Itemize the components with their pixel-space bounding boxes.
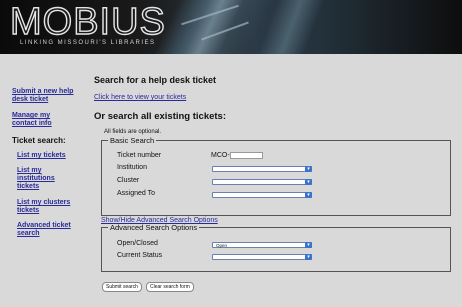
mobius-logo[interactable]: MOBIUS — [9, 1, 166, 42]
ticket-search-heading: Ticket search: — [12, 136, 66, 145]
view-tickets-link[interactable]: Click here to view your tickets — [94, 94, 186, 101]
open-closed-value: Open — [216, 243, 228, 248]
sidebar-item-list-my-tickets[interactable]: List my tickets — [17, 152, 77, 160]
open-closed-label: Open/Closed — [117, 240, 158, 247]
chevron-down-icon: ▾ — [305, 179, 312, 185]
assigned-to-label: Assigned To — [117, 190, 156, 197]
sidebar-item-list-institution-tickets[interactable]: List my institutions tickets — [17, 167, 61, 191]
open-closed-select[interactable]: Open ▾ — [212, 242, 312, 248]
clear-search-form-button[interactable]: Clear search form — [146, 282, 194, 292]
sidebar-item-advanced-search[interactable]: Advanced ticket search — [17, 222, 77, 238]
search-all-heading: Or search all existing tickets: — [94, 111, 227, 122]
logo-tagline: LINKING MISSOURI'S LIBRARIES — [20, 40, 156, 46]
basic-search-legend: Basic Search — [110, 136, 155, 145]
advanced-search-legend: Advanced Search Options — [110, 223, 198, 232]
chevron-down-icon: ▾ — [305, 242, 312, 248]
page-title: Search for a help desk ticket — [94, 75, 217, 85]
ticket-number-label: Ticket number — [117, 152, 162, 159]
banner-light-decoration — [253, 0, 327, 54]
cluster-label: Cluster — [117, 177, 140, 184]
chevron-down-icon: ▾ — [305, 192, 312, 198]
chevron-down-icon: ▾ — [305, 254, 312, 260]
cluster-select[interactable]: ▾ — [212, 179, 312, 185]
optional-note: All fields are optional. — [104, 129, 162, 135]
sidebar-nav: Submit a new help desk ticket Manage my … — [0, 54, 80, 307]
current-status-label: Current Status — [117, 252, 163, 259]
basic-search-fieldset: Basic Search — [101, 136, 451, 216]
submit-ticket-link[interactable]: Submit a new help desk ticket — [12, 88, 76, 104]
institution-label: Institution — [117, 164, 147, 171]
header-banner: MOBIUS LINKING MISSOURI'S LIBRARIES — [0, 0, 462, 54]
institution-select[interactable]: ▾ — [212, 166, 312, 172]
submit-search-button[interactable]: Submit search — [102, 282, 142, 292]
banner-light-decoration — [150, 0, 270, 54]
current-status-select[interactable]: ▾ — [212, 254, 312, 260]
manage-contact-link[interactable]: Manage my contact info — [12, 112, 76, 128]
sidebar-item-list-cluster-tickets[interactable]: List my clusters tickets — [17, 199, 77, 215]
ticket-number-input[interactable] — [230, 152, 263, 159]
assigned-to-select[interactable]: ▾ — [212, 192, 312, 198]
chevron-down-icon: ▾ — [305, 166, 312, 172]
ticket-prefix: MCO- — [211, 152, 230, 159]
